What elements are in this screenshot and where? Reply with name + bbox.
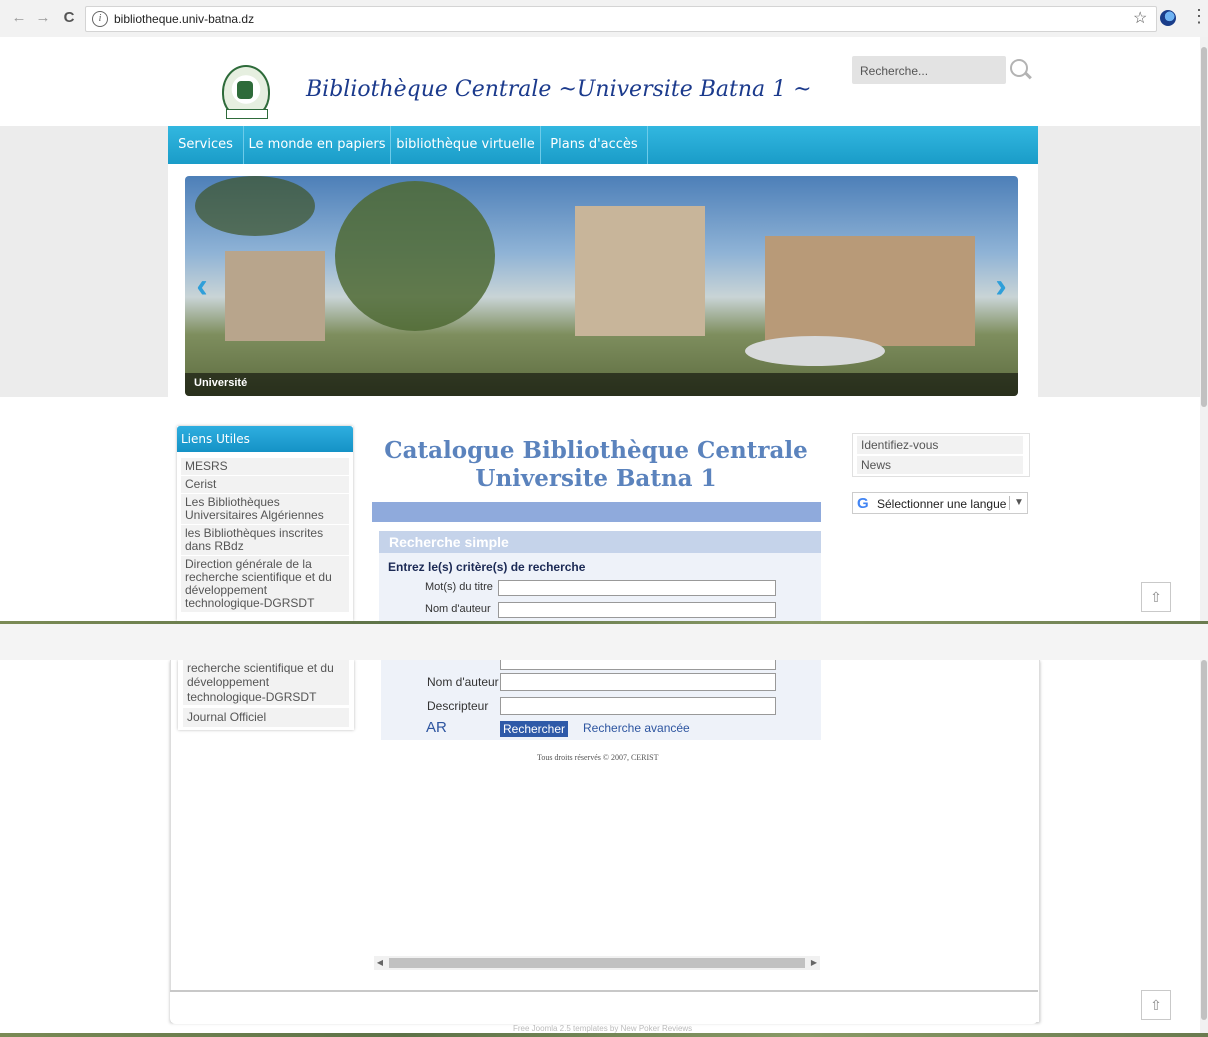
slider-next-icon[interactable]: › <box>990 268 1012 304</box>
forward-arrow-icon[interactable]: → <box>34 8 52 28</box>
chevron-down-icon: ▼ <box>1014 497 1024 508</box>
language-select[interactable]: G Sélectionner une langue ▼ <box>852 492 1028 514</box>
browser-toolbar: ← → C i bibliotheque.univ-batna.dz ☆ ⋮ <box>0 0 1208 38</box>
catalog-title: Catalogue Bibliothèque Centrale Universi… <box>371 437 821 493</box>
scroll-right-icon[interactable]: ▶ <box>808 956 820 970</box>
address-url[interactable]: bibliotheque.univ-batna.dz <box>114 12 254 26</box>
scroll-to-top-button[interactable]: ⇧ <box>1141 990 1171 1020</box>
scrollbar-thumb[interactable] <box>1201 47 1207 407</box>
link-mesrs[interactable]: MESRS <box>181 458 349 475</box>
slide-fountain <box>745 336 885 366</box>
language-select-divider <box>1009 496 1010 510</box>
link-dgrsdt-fragment[interactable]: recherche scientifique et du <box>183 660 349 675</box>
horizontal-scrollbar[interactable]: ◀ ▶ <box>374 956 820 970</box>
useful-links-box: Liens Utiles MESRS Cerist Les Bibliothèq… <box>177 426 353 621</box>
author-field-label-lower: Nom d'auteur <box>427 675 499 689</box>
link-dgrsdt-fragment[interactable]: technologique-DGRSDT <box>183 689 349 705</box>
title-field-label: Mot(s) du titre <box>425 581 493 593</box>
advanced-search-link[interactable]: Recherche avancée <box>583 721 690 735</box>
page-bottom-capture: recherche scientifique et du développeme… <box>0 660 1208 1037</box>
copyright-text: Tous droits réservés © 2007, CERIST <box>537 753 659 762</box>
address-bar[interactable]: i bibliotheque.univ-batna.dz <box>85 6 1157 32</box>
info-icon[interactable]: i <box>92 11 108 27</box>
horizontal-scrollbar-thumb[interactable] <box>389 958 805 968</box>
menu-item-services[interactable]: Services <box>168 126 244 164</box>
catalog-toolbar-bar <box>372 502 821 522</box>
menu-item-bibliotheque-virtuelle[interactable]: bibliothèque virtuelle <box>391 126 541 164</box>
login-link[interactable]: Identifiez-vous <box>857 436 1023 454</box>
slide-tree <box>335 181 495 331</box>
link-dgrsdt[interactable]: Direction générale de la recherche scien… <box>181 556 349 612</box>
search-icon[interactable] <box>1010 59 1028 77</box>
author-field-lower[interactable] <box>500 673 776 691</box>
author-field-label: Nom d'auteur <box>425 603 491 615</box>
back-arrow-icon[interactable]: ← <box>10 8 28 28</box>
site-header: Bibliothèque Centrale ~Universite Batna … <box>210 59 812 126</box>
page-footer-box <box>170 990 1038 1024</box>
page-top-capture: Bibliothèque Centrale ~Universite Batna … <box>0 37 1208 621</box>
google-g-icon: G <box>857 495 869 512</box>
extension-icon[interactable] <box>1160 10 1176 26</box>
useful-links-title: Liens Utiles <box>177 426 353 452</box>
language-select-label: Sélectionner une langue <box>877 497 1007 511</box>
title-field-lower[interactable] <box>500 660 776 670</box>
browser-menu-icon[interactable]: ⋮ <box>1190 6 1208 26</box>
author-field[interactable] <box>498 602 776 618</box>
descriptor-field-label: Descripteur <box>427 699 489 713</box>
capture-gap <box>0 624 1208 660</box>
useful-links-box-lower: recherche scientifique et du développeme… <box>178 660 354 730</box>
slide-building <box>575 206 705 336</box>
useful-links-list: MESRS Cerist Les Bibliothèques Universit… <box>177 452 353 612</box>
site-title[interactable]: Bibliothèque Centrale ~Universite Batna … <box>306 77 812 102</box>
catalog-title-line2: Universite Batna 1 <box>475 465 717 492</box>
link-cerist[interactable]: Cerist <box>181 476 349 493</box>
vertical-scrollbar-lower[interactable] <box>1200 660 1208 1037</box>
footer-credit[interactable]: Free Joomla 2.5 templates by New Poker R… <box>513 1024 692 1033</box>
capture-seam <box>0 1033 1208 1037</box>
descriptor-field[interactable] <box>500 697 776 715</box>
link-journal-officiel[interactable]: Journal Officiel <box>183 708 349 727</box>
scroll-left-icon[interactable]: ◀ <box>374 956 386 970</box>
link-bibliotheques-universitaires[interactable]: Les Bibliothèques Universitaires Algérie… <box>181 494 349 524</box>
slide-building <box>765 236 975 346</box>
menu-item-monde-papiers[interactable]: Le monde en papiers <box>244 126 391 164</box>
content-panel: Services Le monde en papiers bibliothèqu… <box>168 126 1038 621</box>
simple-search-header: Recherche simple <box>379 531 821 553</box>
link-dgrsdt-fragment[interactable]: développement <box>183 674 349 689</box>
menu-item-plans-acces[interactable]: Plans d'accès <box>541 126 648 164</box>
slide-caption-bar <box>185 373 1018 396</box>
slide-building <box>225 251 325 341</box>
search-criteria-label: Entrez le(s) critère(s) de recherche <box>388 560 586 574</box>
reload-icon[interactable]: C <box>60 8 78 28</box>
search-placeholder: Recherche... <box>860 64 929 78</box>
news-link[interactable]: News <box>857 456 1023 474</box>
site-search-input[interactable]: Recherche... <box>852 56 1006 84</box>
link-bibliotheques-rbdz[interactable]: les Bibliothèques inscrites dans RBdz <box>181 525 349 555</box>
bookmark-star-icon[interactable]: ☆ <box>1133 8 1147 28</box>
title-field[interactable] <box>498 580 776 596</box>
logo-ribbon <box>226 109 268 119</box>
slide-caption: Université <box>194 377 248 389</box>
arabic-language-link[interactable]: AR <box>426 719 447 736</box>
image-slider[interactable]: Université ‹ › <box>185 176 1018 396</box>
scroll-to-top-button[interactable]: ⇧ <box>1141 582 1171 612</box>
vertical-scrollbar[interactable] <box>1200 37 1208 621</box>
scrollbar-thumb[interactable] <box>1201 660 1207 1020</box>
catalog-title-line1: Catalogue Bibliothèque Centrale <box>384 437 808 464</box>
main-menu: Services Le monde en papiers bibliothèqu… <box>168 126 1038 164</box>
slider-prev-icon[interactable]: ‹ <box>191 268 213 304</box>
user-menu-box: Identifiez-vous News <box>852 433 1030 477</box>
university-logo[interactable] <box>222 65 270 119</box>
search-button[interactable]: Rechercher <box>500 721 568 737</box>
slide-tree <box>195 176 315 236</box>
